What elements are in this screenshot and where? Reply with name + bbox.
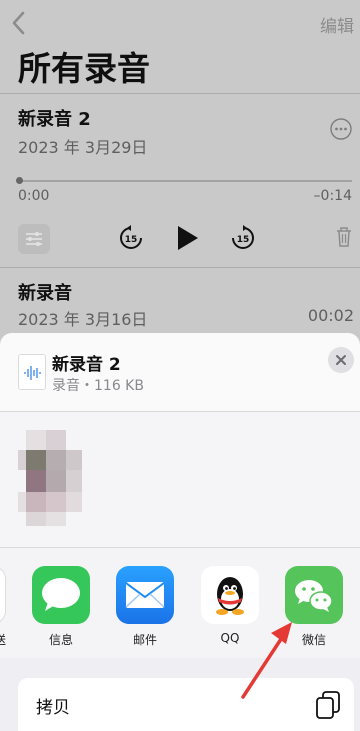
back-chevron-icon[interactable]: [10, 10, 28, 36]
share-sheet-header: 新录音 2 录音・116 KB: [0, 333, 360, 411]
share-app-mail[interactable]: 邮件: [116, 566, 174, 647]
play-icon[interactable]: [175, 224, 201, 252]
share-app-wechat[interactable]: 微信: [285, 566, 343, 647]
messages-icon: [32, 566, 90, 624]
app-label: 信息: [48, 633, 73, 647]
edit-settings-icon[interactable]: [17, 223, 51, 255]
close-icon[interactable]: [328, 347, 354, 373]
skip-forward-15-icon[interactable]: 15: [230, 225, 256, 251]
copy-action[interactable]: 拷贝: [18, 678, 354, 731]
recording-date: 2023 年 3月16日: [18, 310, 148, 329]
elapsed-time: 0:00: [18, 188, 50, 204]
airdrop-contacts-row: [0, 412, 360, 547]
recording-duration: 00:02: [307, 306, 354, 325]
copy-icon: [316, 691, 340, 719]
playback-controls: 15 15: [0, 220, 360, 260]
recording-title[interactable]: 新录音: [18, 279, 72, 305]
svg-text:15: 15: [125, 235, 138, 245]
recording-title[interactable]: 新录音 2: [18, 105, 91, 131]
mail-icon: [116, 566, 174, 624]
playback-scrubber[interactable]: [18, 180, 352, 182]
wechat-icon: [285, 566, 343, 624]
trash-icon[interactable]: [335, 226, 353, 248]
app-label: 微信: [301, 633, 326, 647]
share-app-messages[interactable]: 信息: [32, 566, 90, 647]
copy-label: 拷贝: [36, 698, 70, 718]
more-options-icon[interactable]: [330, 118, 352, 140]
svg-text:15: 15: [237, 235, 250, 245]
partial-app-label: 送: [0, 631, 6, 648]
contact-avatar-pixelated[interactable]: [18, 426, 82, 526]
share-apps-row: 送 信息 邮件: [0, 548, 360, 658]
scrubber-knob[interactable]: [16, 177, 23, 184]
recording-date: 2023 年 3月29日: [18, 138, 148, 157]
shared-file-meta: 录音・116 KB: [52, 378, 144, 394]
shared-file-name: 新录音 2: [52, 355, 121, 375]
share-app-partial[interactable]: 送: [0, 566, 6, 648]
app-label: QQ: [220, 631, 240, 645]
share-app-qq[interactable]: QQ: [201, 566, 259, 646]
remaining-time: –0:14: [313, 188, 352, 204]
divider: [0, 267, 360, 268]
app-label: 邮件: [132, 633, 157, 647]
page-title: 所有录音: [18, 49, 150, 88]
skip-back-15-icon[interactable]: 15: [118, 225, 144, 251]
edit-button[interactable]: 编辑: [320, 12, 354, 37]
audio-file-icon: [18, 354, 46, 390]
divider: [0, 93, 360, 94]
qq-icon: [201, 566, 259, 624]
partial-app-icon: [0, 566, 6, 624]
share-sheet: 新录音 2 录音・116 KB 信息 邮件 QQ 微信 拷贝: [0, 333, 360, 731]
